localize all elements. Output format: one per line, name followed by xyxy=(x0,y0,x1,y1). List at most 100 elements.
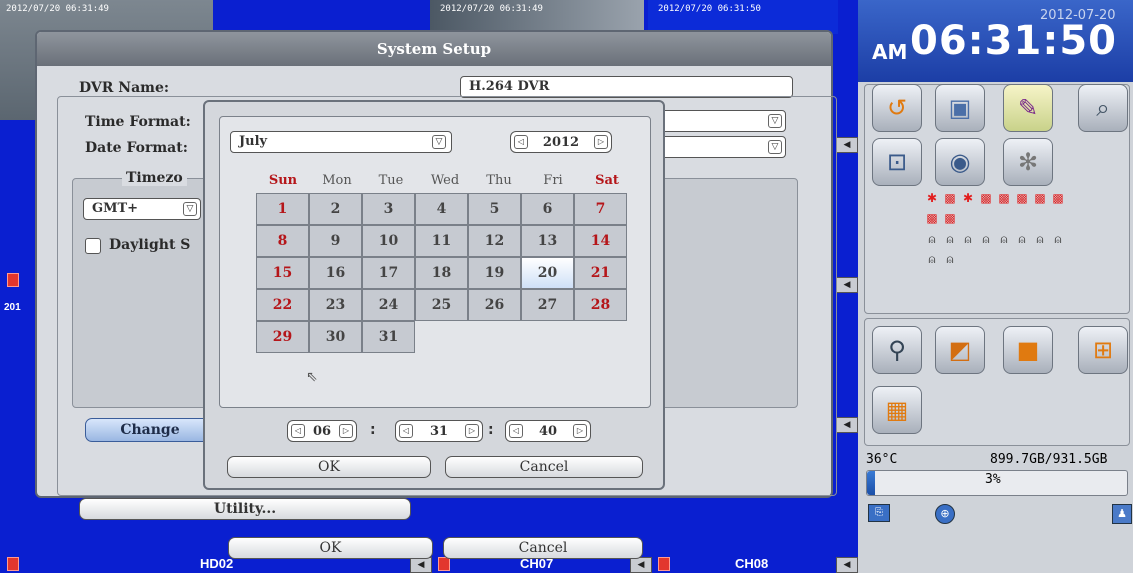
left-arrow-icon[interactable]: ◁ xyxy=(514,135,528,149)
calendar-day[interactable]: 22 xyxy=(256,289,309,321)
second-spinner[interactable]: ◁ 40 ▷ xyxy=(505,420,591,442)
sprocket-icon[interactable]: ✻ xyxy=(1003,138,1053,186)
change-button[interactable]: Change xyxy=(85,418,215,442)
motion-alarm-icon: ✱ xyxy=(926,191,938,205)
year-spinner[interactable]: ◁ 2012 ▷ xyxy=(510,131,612,153)
calendar-day[interactable]: 17 xyxy=(362,257,415,289)
month-select[interactable]: July xyxy=(230,131,452,153)
chevron-down-icon[interactable]: ▽ xyxy=(768,140,782,154)
calendar-day[interactable]: 6 xyxy=(521,193,574,225)
user-icon[interactable]: ♟ xyxy=(1112,504,1132,524)
calendar-day[interactable]: 23 xyxy=(309,289,362,321)
left-arrow-icon[interactable]: ◁ xyxy=(291,424,305,438)
calendar-day[interactable]: 16 xyxy=(309,257,362,289)
sensor-icon: ⍝ xyxy=(946,252,954,266)
full-view-icon[interactable]: ■ xyxy=(1003,326,1053,374)
calendar-day[interactable]: 25 xyxy=(415,289,468,321)
chevron-down-icon[interactable]: ▽ xyxy=(432,135,446,149)
disk-progress-fill xyxy=(867,471,875,495)
date-time-dialog: July ▽ ◁ 2012 ▷ Sun Mon Tue Wed Thu Fri Sat 12… xyxy=(203,100,665,490)
calendar-day[interactable]: 31 xyxy=(362,321,415,353)
video-loss-icon: ▩ xyxy=(944,191,956,205)
sensor-icon: ⍝ xyxy=(1000,232,1008,246)
calendar-day[interactable]: 19 xyxy=(468,257,521,289)
calendar-day[interactable]: 2 xyxy=(309,193,362,225)
record-icon xyxy=(7,273,19,287)
calendar-day[interactable]: 20 xyxy=(521,257,574,289)
weekday-label: Thu xyxy=(486,173,512,188)
left-arrow-icon[interactable]: ◀ xyxy=(630,557,652,573)
monitor-lock-icon[interactable]: ⊡ xyxy=(872,138,922,186)
hour-spinner[interactable]: ◁ 06 ▷ xyxy=(287,420,357,442)
disk-percent-text: 3% xyxy=(985,472,1001,487)
dvr-name-field[interactable]: H.264 DVR xyxy=(460,76,793,98)
calendar-day[interactable]: 13 xyxy=(521,225,574,257)
dialog-ok-button[interactable]: OK xyxy=(227,456,431,478)
calendar-day[interactable]: 15 xyxy=(256,257,309,289)
calendar-day[interactable]: 4 xyxy=(415,193,468,225)
calendar-day[interactable]: 12 xyxy=(468,225,521,257)
left-arrow-icon[interactable]: ◀ xyxy=(410,557,432,573)
single-view-icon[interactable]: ◩ xyxy=(935,326,985,374)
left-arrow-icon[interactable]: ◀ xyxy=(836,417,858,433)
cursor-icon: ⇖ xyxy=(306,369,318,385)
search-film-icon[interactable]: ⌕ xyxy=(1078,84,1128,132)
globe-icon[interactable]: ⊕ xyxy=(935,504,955,524)
camera-setup-icon[interactable]: ▣ xyxy=(935,84,985,132)
calendar-day[interactable]: 29 xyxy=(256,321,309,353)
ok-button[interactable]: OK xyxy=(228,537,433,559)
utility-button[interactable]: Utility... xyxy=(79,498,411,520)
cancel-button[interactable]: Cancel xyxy=(443,537,643,559)
sensor-icon: ⍝ xyxy=(946,232,954,246)
hour-value: 06 xyxy=(312,423,332,439)
right-arrow-icon[interactable]: ▷ xyxy=(594,135,608,149)
calendar-day[interactable]: 9 xyxy=(309,225,362,257)
right-arrow-icon[interactable]: ▷ xyxy=(573,424,587,438)
clock-ampm: AM xyxy=(872,40,908,64)
power-menu-icon[interactable]: ↺ xyxy=(872,84,922,132)
magnifier-icon[interactable]: ⚲ xyxy=(872,326,922,374)
chevron-down-icon[interactable]: ▽ xyxy=(183,202,197,216)
camera-timestamp: 2012/07/20 06:31:50 xyxy=(658,4,761,14)
left-arrow-icon[interactable]: ◀ xyxy=(836,277,858,293)
webcam-icon[interactable]: ◉ xyxy=(935,138,985,186)
weekday-label: Sat xyxy=(595,173,619,188)
disk-usage-text: 899.7GB/931.5GB xyxy=(990,452,1108,467)
calendar-day[interactable]: 11 xyxy=(415,225,468,257)
time-format-label: Time Format: xyxy=(85,114,191,130)
right-arrow-icon[interactable]: ▷ xyxy=(465,424,479,438)
notepad-icon[interactable]: ✎ xyxy=(1003,84,1053,132)
calendar-day[interactable]: 5 xyxy=(468,193,521,225)
second-value: 40 xyxy=(538,423,558,439)
calendar-day[interactable]: 7 xyxy=(574,193,627,225)
left-arrow-icon[interactable]: ◀ xyxy=(836,137,858,153)
chevron-down-icon[interactable]: ▽ xyxy=(768,114,782,128)
calendar-day[interactable]: 10 xyxy=(362,225,415,257)
nine-view-icon[interactable]: ▦ xyxy=(872,386,922,434)
dialog-cancel-button[interactable]: Cancel xyxy=(445,456,643,478)
calendar-day[interactable]: 27 xyxy=(521,289,574,321)
calendar-day[interactable]: 21 xyxy=(574,257,627,289)
calendar-day[interactable]: 18 xyxy=(415,257,468,289)
calendar-day[interactable]: 1 xyxy=(256,193,309,225)
network-icon[interactable]: ⎘ xyxy=(868,504,890,522)
calendar-panel: July ▽ ◁ 2012 ▷ Sun Mon Tue Wed Thu Fri Sat 12… xyxy=(219,116,651,408)
calendar-day[interactable]: 24 xyxy=(362,289,415,321)
left-arrow-icon[interactable]: ◁ xyxy=(509,424,523,438)
quad-view-icon[interactable]: ⊞ xyxy=(1078,326,1128,374)
calendar-day[interactable]: 3 xyxy=(362,193,415,225)
weekday-label: Wed xyxy=(430,173,460,188)
calendar-day[interactable]: 26 xyxy=(468,289,521,321)
daylight-checkbox[interactable] xyxy=(85,238,101,254)
minute-spinner[interactable]: ◁ 31 ▷ xyxy=(395,420,483,442)
calendar-day[interactable]: 28 xyxy=(574,289,627,321)
right-arrow-icon[interactable]: ▷ xyxy=(339,424,353,438)
video-loss-icon: ▩ xyxy=(944,211,956,225)
left-arrow-icon[interactable]: ◁ xyxy=(399,424,413,438)
calendar-day[interactable]: 8 xyxy=(256,225,309,257)
left-arrow-icon[interactable]: ◀ xyxy=(836,557,858,573)
calendar-week-row: 29 30 31 xyxy=(256,321,627,353)
calendar-day[interactable]: 14 xyxy=(574,225,627,257)
dvr-name-label: DVR Name: xyxy=(79,80,170,96)
calendar-day[interactable]: 30 xyxy=(309,321,362,353)
